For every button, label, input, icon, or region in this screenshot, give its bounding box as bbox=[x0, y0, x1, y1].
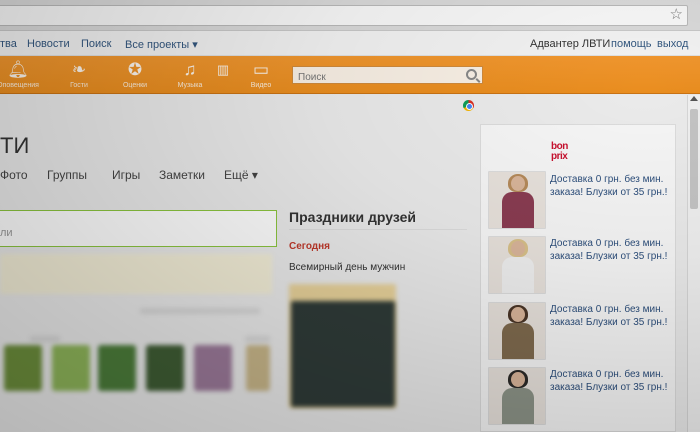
subnav-more[interactable]: Ещё ▾ bbox=[224, 168, 258, 182]
gift-thumbnail[interactable] bbox=[98, 345, 136, 391]
blurred-text-line bbox=[30, 336, 60, 342]
ad-image[interactable] bbox=[488, 236, 546, 294]
promo-banner[interactable] bbox=[0, 254, 272, 294]
blurred-text-line bbox=[245, 336, 270, 342]
holiday-name[interactable]: Всемирный день мужчин bbox=[289, 262, 405, 273]
subnav-notes[interactable]: Заметки bbox=[159, 168, 205, 182]
gift-thumbnail[interactable] bbox=[194, 345, 232, 391]
holidays-title: Праздники друзей bbox=[289, 209, 417, 225]
chrome-logo-icon bbox=[463, 100, 474, 111]
nav-link-all-projects[interactable]: Все проекты ▾ bbox=[125, 38, 198, 51]
ad-image[interactable] bbox=[488, 302, 546, 360]
toolbar-search bbox=[292, 66, 483, 86]
scroll-up-arrow-icon[interactable] bbox=[690, 96, 698, 101]
ad-image[interactable] bbox=[488, 367, 546, 425]
toolbar-guests[interactable]: ❧ Гости bbox=[55, 59, 103, 90]
bookmark-star-icon[interactable]: ☆ bbox=[670, 6, 683, 24]
toolbar-video[interactable]: ▭ Видео bbox=[237, 59, 285, 90]
scroll-thumb[interactable] bbox=[690, 109, 698, 209]
top-nav: тва Новости Поиск Все проекты ▾ Адвантер… bbox=[0, 31, 700, 56]
gift-thumbnail[interactable] bbox=[246, 345, 270, 391]
profile-subtitle-blurred bbox=[50, 141, 53, 152]
ad-text[interactable]: Доставка 0 грн. без мин. заказа! Блузки … bbox=[550, 173, 668, 199]
post-input[interactable]: ли bbox=[0, 210, 277, 247]
holiday-image[interactable] bbox=[291, 301, 395, 407]
url-field[interactable] bbox=[0, 5, 688, 26]
logout-link[interactable]: выход bbox=[657, 38, 688, 50]
today-label: Сегодня bbox=[289, 241, 331, 252]
subnav-photos[interactable]: Фото bbox=[0, 168, 28, 182]
nav-link-news[interactable]: Новости bbox=[27, 38, 70, 50]
brand-logo[interactable]: bon prix bbox=[551, 142, 568, 162]
post-input-placeholder: ли bbox=[0, 227, 13, 239]
ad-image[interactable] bbox=[488, 171, 546, 229]
gift-thumbnail[interactable] bbox=[4, 345, 42, 391]
rating-icon: ✪ bbox=[127, 60, 143, 79]
vertical-scrollbar[interactable] bbox=[687, 95, 700, 432]
search-input[interactable] bbox=[293, 69, 453, 86]
video-icon: ▭ bbox=[252, 60, 270, 79]
nav-link-search[interactable]: Поиск bbox=[81, 38, 111, 50]
brand-logo-line2: prix bbox=[551, 151, 568, 162]
ad-text[interactable]: Доставка 0 грн. без мин. заказа! Блузки … bbox=[550, 303, 668, 329]
help-link[interactable]: помощь bbox=[611, 38, 652, 50]
search-icon[interactable] bbox=[466, 69, 477, 80]
ad-text[interactable]: Доставка 0 грн. без мин. заказа! Блузки … bbox=[550, 237, 668, 263]
footprints-icon: ❧ bbox=[71, 60, 87, 79]
blurred-text-line bbox=[140, 308, 260, 314]
toolbar-notifications[interactable]: 🔔︎ Оповещения bbox=[0, 59, 42, 90]
browser-address-bar: ☆ bbox=[0, 0, 700, 31]
toolbar-ratings[interactable]: ✪ Оценки bbox=[111, 59, 159, 90]
divider bbox=[289, 229, 467, 230]
promo-banner-text bbox=[24, 267, 27, 278]
bell-icon: 🔔︎ bbox=[7, 60, 29, 79]
ad-text[interactable]: Доставка 0 грн. без мин. заказа! Блузки … bbox=[550, 368, 668, 394]
nav-link-main[interactable]: тва bbox=[0, 38, 17, 50]
user-name-link[interactable]: Адвантер ЛВТИ bbox=[530, 38, 610, 50]
gift-thumbnail[interactable] bbox=[52, 345, 90, 391]
gift-thumbnail[interactable] bbox=[146, 345, 184, 391]
subnav-games[interactable]: Игры bbox=[112, 168, 140, 182]
profile-title: ТИ bbox=[0, 133, 30, 158]
subnav-groups[interactable]: Группы bbox=[47, 168, 87, 182]
